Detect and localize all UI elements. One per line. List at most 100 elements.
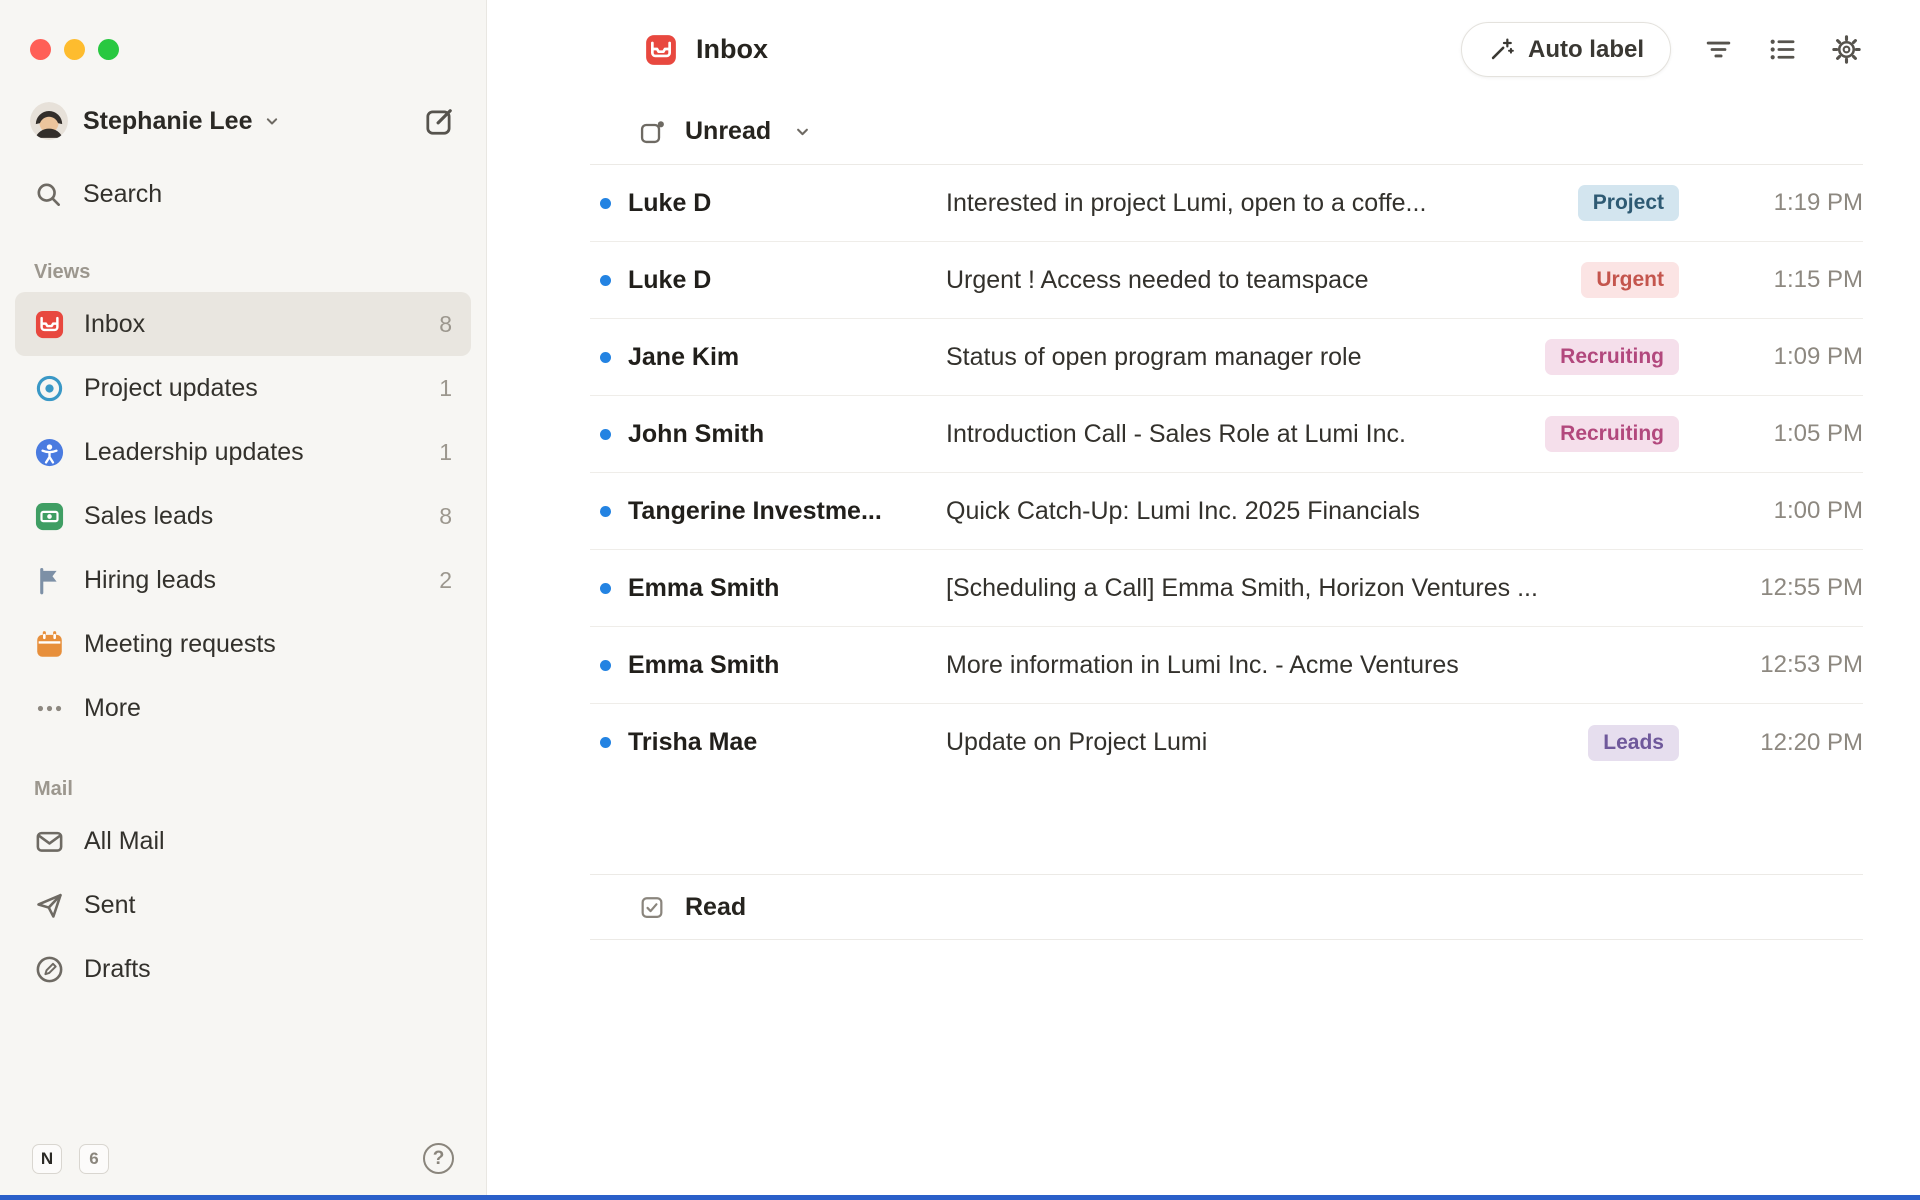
sidebar-item-label: Sent <box>84 891 135 920</box>
filter-icon[interactable] <box>1701 33 1735 67</box>
sidebar-item-sent[interactable]: Sent <box>15 873 471 937</box>
compose-icon[interactable] <box>423 105 456 138</box>
zoom-window-button[interactable] <box>98 39 119 60</box>
unread-dot <box>600 198 611 209</box>
email-row[interactable]: Jane Kim Status of open program manager … <box>590 319 1863 396</box>
sidebar-item-count: 8 <box>439 311 452 338</box>
unread-dot <box>600 660 611 671</box>
views-section-label: Views <box>34 261 486 284</box>
sidebar-item-inbox[interactable]: Inbox 8 <box>15 292 471 356</box>
help-icon[interactable]: ? <box>423 1143 454 1174</box>
sidebar-item-more[interactable]: More <box>15 676 471 740</box>
email-time: 12:53 PM <box>1723 651 1863 679</box>
unread-dot <box>600 275 611 286</box>
label-chip[interactable]: Urgent <box>1581 262 1679 298</box>
sidebar-item-label: More <box>84 694 141 723</box>
email-row[interactable]: Tangerine Investme... Quick Catch-Up: Lu… <box>590 473 1863 550</box>
main-header: Inbox Auto label <box>487 0 1920 99</box>
workspace-badge[interactable]: N <box>32 1144 62 1174</box>
auto-label-button-label: Auto label <box>1528 36 1644 64</box>
paper-plane-icon <box>34 890 65 921</box>
email-time: 1:09 PM <box>1723 343 1863 371</box>
label-chip[interactable]: Recruiting <box>1545 339 1679 375</box>
label-chip[interactable]: Project <box>1578 185 1679 221</box>
email-row[interactable]: Emma Smith More information in Lumi Inc.… <box>590 627 1863 704</box>
sidebar-item-label: Sales leads <box>84 502 213 531</box>
email-time: 1:19 PM <box>1723 189 1863 217</box>
page-title: Inbox <box>696 34 768 65</box>
envelope-icon <box>34 826 65 857</box>
email-sender: Trisha Mae <box>628 728 946 757</box>
unread-section-label: Unread <box>685 117 771 146</box>
calendar-icon <box>34 629 65 660</box>
minimize-window-button[interactable] <box>64 39 85 60</box>
inbox-icon <box>644 33 678 67</box>
sidebar-item-count: 1 <box>439 375 452 402</box>
section-spacer <box>590 781 1863 874</box>
unread-section-header[interactable]: Unread <box>590 99 1863 165</box>
mail-nav: All Mail Sent Drafts <box>0 809 486 1001</box>
email-sender: John Smith <box>628 420 946 449</box>
email-list: Unread Luke D Interested in project Lumi… <box>590 99 1863 940</box>
sidebar-item-label: Project updates <box>84 374 258 403</box>
unread-rows: Luke D Interested in project Lumi, open … <box>590 165 1863 781</box>
sidebar-item-label: Leadership updates <box>84 438 304 467</box>
person-circle-icon <box>34 437 65 468</box>
sidebar-item-project-updates[interactable]: Project updates 1 <box>15 356 471 420</box>
unread-dot <box>600 737 611 748</box>
email-row[interactable]: Trisha Mae Update on Project Lumi Leads … <box>590 704 1863 781</box>
sidebar-item-leadership-updates[interactable]: Leadership updates 1 <box>15 420 471 484</box>
email-sender: Emma Smith <box>628 651 946 680</box>
search-icon <box>34 180 63 209</box>
sidebar-item-drafts[interactable]: Drafts <box>15 937 471 1001</box>
label-chip[interactable]: Recruiting <box>1545 416 1679 452</box>
label-chip[interactable]: Leads <box>1588 725 1679 761</box>
unread-dot <box>600 506 611 517</box>
window-bottom-accent-bar <box>0 1195 1920 1200</box>
email-subject: Introduction Call - Sales Role at Lumi I… <box>946 420 1545 449</box>
avatar <box>30 102 68 140</box>
sidebar-item-label: Hiring leads <box>84 566 216 595</box>
sidebar-item-count: 8 <box>439 503 452 530</box>
email-sender: Luke D <box>628 189 946 218</box>
sidebar-item-meeting-requests[interactable]: Meeting requests <box>15 612 471 676</box>
email-row[interactable]: John Smith Introduction Call - Sales Rol… <box>590 396 1863 473</box>
sidebar-item-sales-leads[interactable]: Sales leads 8 <box>15 484 471 548</box>
sidebar-item-label: Inbox <box>84 310 145 339</box>
email-row[interactable]: Luke D Interested in project Lumi, open … <box>590 165 1863 242</box>
read-section-header[interactable]: Read <box>590 874 1863 940</box>
flag-icon <box>34 565 65 596</box>
main-content: Inbox Auto label <box>487 0 1920 1200</box>
header-actions: Auto label <box>1461 22 1863 77</box>
chevron-down-icon <box>262 111 282 131</box>
email-subject: [Scheduling a Call] Emma Smith, Horizon … <box>946 574 1723 603</box>
count-badge[interactable]: 6 <box>79 1144 109 1174</box>
unread-dot <box>600 583 611 594</box>
sidebar: Stephanie Lee Search Views <box>0 0 487 1200</box>
email-subject: More information in Lumi Inc. - Acme Ven… <box>946 651 1723 680</box>
auto-label-button[interactable]: Auto label <box>1461 22 1671 77</box>
list-icon[interactable] <box>1765 33 1799 67</box>
chevron-down-icon[interactable] <box>792 121 813 142</box>
email-sender: Jane Kim <box>628 343 946 372</box>
sidebar-footer: N 6 ? <box>0 1143 486 1200</box>
email-subject: Update on Project Lumi <box>946 728 1588 757</box>
unread-dot <box>600 352 611 363</box>
search-button[interactable]: Search <box>34 180 456 209</box>
sidebar-item-count: 2 <box>439 567 452 594</box>
sidebar-item-hiring-leads[interactable]: Hiring leads 2 <box>15 548 471 612</box>
sidebar-item-all-mail[interactable]: All Mail <box>15 809 471 873</box>
email-row[interactable]: Luke D Urgent ! Access needed to teamspa… <box>590 242 1863 319</box>
email-time: 1:00 PM <box>1723 497 1863 525</box>
settings-gear-icon[interactable] <box>1829 33 1863 67</box>
close-window-button[interactable] <box>30 39 51 60</box>
email-row[interactable]: Emma Smith [Scheduling a Call] Emma Smit… <box>590 550 1863 627</box>
email-sender: Tangerine Investme... <box>628 497 946 526</box>
ellipsis-icon <box>34 693 65 724</box>
read-section-label: Read <box>685 893 746 922</box>
checkbox-checked-icon <box>638 893 666 921</box>
email-time: 1:05 PM <box>1723 420 1863 448</box>
pencil-circle-icon <box>34 954 65 985</box>
email-subject: Urgent ! Access needed to teamspace <box>946 266 1581 295</box>
profile-switcher[interactable]: Stephanie Lee <box>30 102 456 140</box>
